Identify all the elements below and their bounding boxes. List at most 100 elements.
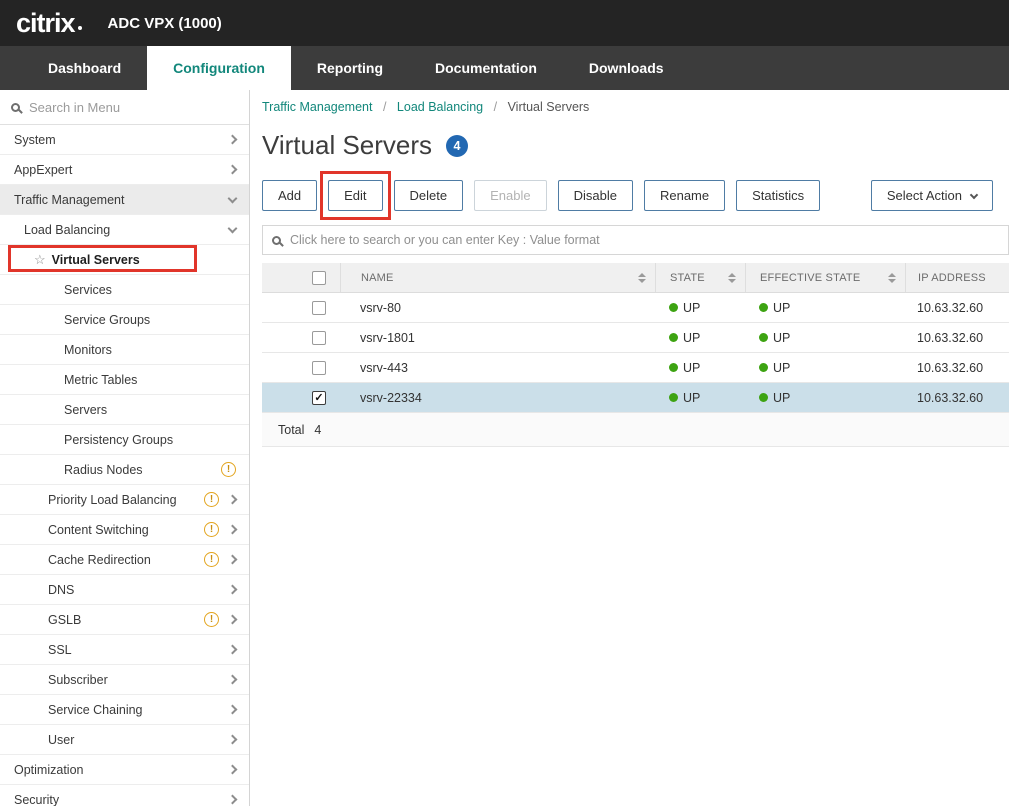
status-up-icon — [759, 363, 768, 372]
sidebar-item-service-groups[interactable]: Service Groups — [0, 305, 249, 335]
sidebar-item-label: Subscriber — [48, 673, 108, 687]
status-up-icon — [759, 303, 768, 312]
total-label: Total — [278, 423, 304, 437]
sidebar-item-ssl[interactable]: SSL — [0, 635, 249, 665]
status-up-icon — [759, 393, 768, 402]
sidebar-item-security[interactable]: Security — [0, 785, 249, 806]
sidebar-item-traffic-management[interactable]: Traffic Management — [0, 185, 249, 215]
column-label: IP ADDRESS — [918, 272, 986, 284]
sidebar-item-label: Virtual Servers — [52, 253, 140, 267]
sidebar-item-optimization[interactable]: Optimization — [0, 755, 249, 785]
row-checkbox[interactable] — [312, 361, 326, 375]
sidebar-item-cache-redirection[interactable]: Cache Redirection — [0, 545, 249, 575]
sort-icon[interactable] — [888, 273, 896, 283]
status-up-icon — [669, 303, 678, 312]
chevron-right-icon — [228, 555, 238, 565]
cell-ip-address: 10.63.32.60 — [905, 353, 1009, 382]
sidebar-item-label: GSLB — [48, 613, 81, 627]
chevron-right-icon — [228, 495, 238, 505]
table-row[interactable]: vsrv-80 UP UP 10.63.32.60 — [262, 293, 1009, 323]
tab-dashboard[interactable]: Dashboard — [22, 46, 147, 90]
select-action-dropdown[interactable]: Select Action — [871, 180, 993, 211]
sidebar-item-label: DNS — [48, 583, 74, 597]
sidebar-item-label: Radius Nodes — [64, 463, 143, 477]
main-content: Traffic Management / Load Balancing / Vi… — [250, 90, 1009, 806]
table-row[interactable]: vsrv-22334 UP UP 10.63.32.60 — [262, 383, 1009, 413]
breadcrumb-load-balancing[interactable]: Load Balancing — [397, 100, 483, 114]
table-header-row: NAME STATE EFFECTIVE STATE IP ADDRESS — [262, 263, 1009, 293]
sidebar-item-servers[interactable]: Servers — [0, 395, 249, 425]
sidebar-item-priority-load-balancing[interactable]: Priority Load Balancing — [0, 485, 249, 515]
row-checkbox[interactable] — [312, 301, 326, 315]
chevron-down-icon — [228, 223, 238, 233]
cell-name: vsrv-80 — [340, 293, 655, 322]
tab-reporting[interactable]: Reporting — [291, 46, 409, 90]
tab-configuration[interactable]: Configuration — [147, 46, 291, 90]
warning-icon — [204, 522, 219, 537]
sort-icon[interactable] — [638, 273, 646, 283]
sidebar-item-dns[interactable]: DNS — [0, 575, 249, 605]
column-header-effective-state[interactable]: EFFECTIVE STATE — [745, 263, 905, 292]
status-up-icon — [669, 333, 678, 342]
tab-downloads[interactable]: Downloads — [563, 46, 690, 90]
chevron-down-icon — [970, 190, 978, 198]
table-row[interactable]: vsrv-443 UP UP 10.63.32.60 — [262, 353, 1009, 383]
sidebar-item-monitors[interactable]: Monitors — [0, 335, 249, 365]
sidebar-item-user[interactable]: User — [0, 725, 249, 755]
sidebar-item-content-switching[interactable]: Content Switching — [0, 515, 249, 545]
statistics-button[interactable]: Statistics — [736, 180, 820, 211]
breadcrumb-traffic-management[interactable]: Traffic Management — [262, 100, 372, 114]
add-button[interactable]: Add — [262, 180, 317, 211]
sidebar-item-system[interactable]: System — [0, 125, 249, 155]
column-header-state[interactable]: STATE — [655, 263, 745, 292]
tab-documentation[interactable]: Documentation — [409, 46, 563, 90]
cell-effective-state: UP — [773, 331, 790, 345]
sort-icon[interactable] — [728, 273, 736, 283]
sidebar-item-radius-nodes[interactable]: Radius Nodes — [0, 455, 249, 485]
sidebar-item-services[interactable]: Services — [0, 275, 249, 305]
cell-name: vsrv-1801 — [340, 323, 655, 352]
cell-state: UP — [683, 391, 700, 405]
sidebar-item-label: AppExpert — [14, 163, 72, 177]
table-row[interactable]: vsrv-1801 UP UP 10.63.32.60 — [262, 323, 1009, 353]
select-all-checkbox[interactable] — [312, 271, 326, 285]
sidebar-item-label: Metric Tables — [64, 373, 137, 387]
chevron-right-icon — [228, 165, 238, 175]
disable-button[interactable]: Disable — [558, 180, 633, 211]
chevron-right-icon — [228, 765, 238, 775]
sidebar-search[interactable] — [0, 90, 249, 125]
row-checkbox[interactable] — [312, 331, 326, 345]
sidebar-item-label: System — [14, 133, 56, 147]
sidebar-item-gslb[interactable]: GSLB — [0, 605, 249, 635]
sidebar-item-subscriber[interactable]: Subscriber — [0, 665, 249, 695]
sidebar-item-label: Service Groups — [64, 313, 150, 327]
sidebar-item-load-balancing[interactable]: Load Balancing — [0, 215, 249, 245]
sidebar-item-virtual-servers[interactable]: Virtual Servers — [0, 245, 249, 275]
warning-icon — [204, 552, 219, 567]
sidebar-item-label: Optimization — [14, 763, 83, 777]
sidebar-item-label: Service Chaining — [48, 703, 143, 717]
sidebar-item-label: Priority Load Balancing — [48, 493, 177, 507]
sidebar-item-service-chaining[interactable]: Service Chaining — [0, 695, 249, 725]
delete-button[interactable]: Delete — [394, 180, 464, 211]
cell-name: vsrv-443 — [340, 353, 655, 382]
table-search-input[interactable] — [290, 233, 999, 247]
column-header-ip-address[interactable]: IP ADDRESS — [905, 263, 1009, 292]
sidebar-item-metric-tables[interactable]: Metric Tables — [0, 365, 249, 395]
cell-ip-address: 10.63.32.60 — [905, 323, 1009, 352]
row-checkbox[interactable] — [312, 391, 326, 405]
column-label: NAME — [361, 272, 394, 284]
cell-state: UP — [683, 361, 700, 375]
citrix-logo: citrix — [16, 10, 75, 37]
sidebar-item-persistency-groups[interactable]: Persistency Groups — [0, 425, 249, 455]
column-header-name[interactable]: NAME — [340, 263, 655, 292]
edit-button[interactable]: Edit — [328, 180, 382, 211]
rename-button[interactable]: Rename — [644, 180, 725, 211]
sidebar-item-label: Servers — [64, 403, 107, 417]
table-search-bar[interactable] — [262, 225, 1009, 255]
status-up-icon — [669, 363, 678, 372]
sidebar-search-input[interactable] — [29, 100, 238, 115]
chevron-right-icon — [228, 705, 238, 715]
sidebar-item-appexpert[interactable]: AppExpert — [0, 155, 249, 185]
cell-name: vsrv-22334 — [340, 383, 655, 412]
